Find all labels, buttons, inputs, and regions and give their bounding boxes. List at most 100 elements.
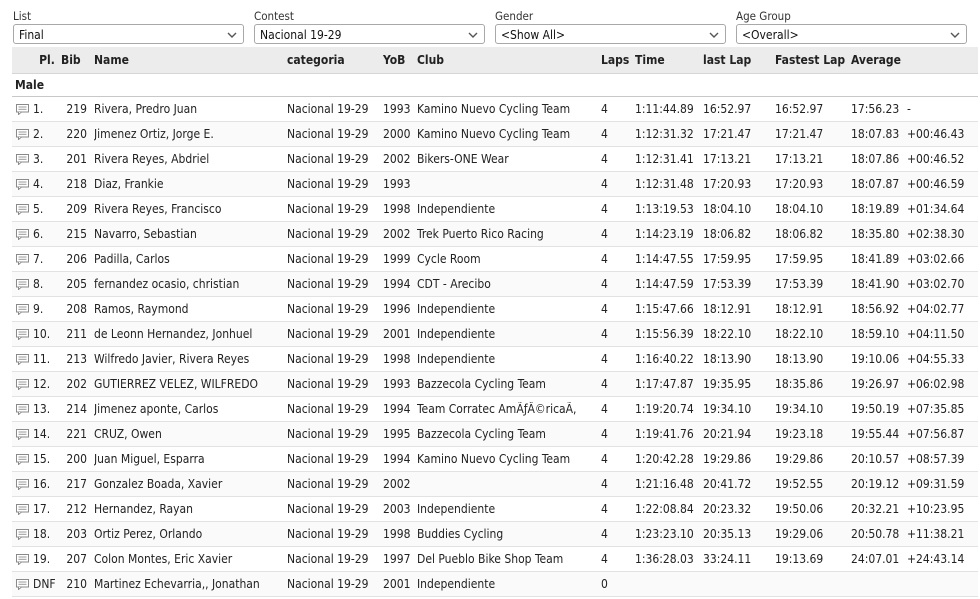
speech-bubble-icon[interactable] xyxy=(12,503,33,515)
club-cell: CDT - Arecibo xyxy=(417,277,491,291)
categoria-cell: Nacional 19-29 xyxy=(287,402,369,416)
star-outline-icon[interactable] xyxy=(973,451,978,467)
header-time[interactable]: Time xyxy=(635,53,703,67)
table-row[interactable]: 4. 218 Diaz, Frankie Nacional 19-29 1993 4 1:1… xyxy=(12,172,978,197)
name-cell: Diaz, Frankie xyxy=(94,177,164,191)
table-row[interactable]: 11. 213 Wilfredo Javier, Rivera Reyes Nacio… xyxy=(12,347,978,372)
table-row[interactable]: 8. 205 fernandez ocasio, christian Nacional… xyxy=(12,272,978,297)
table-row[interactable]: 6. 215 Navarro, Sebastian Nacional 19-29 200… xyxy=(12,222,978,247)
speech-bubble-icon[interactable] xyxy=(12,528,33,540)
header-average[interactable]: Average xyxy=(851,53,907,67)
table-row[interactable]: 18. 203 Ortiz Perez, Orlando Nacional 19-29… xyxy=(12,522,978,547)
speech-bubble-icon[interactable] xyxy=(12,253,33,265)
star-outline-icon[interactable] xyxy=(973,301,978,317)
star-outline-icon[interactable] xyxy=(973,576,978,592)
star-outline-icon[interactable] xyxy=(973,351,978,367)
star-outline-icon[interactable] xyxy=(973,126,978,142)
bib-cell: 211 xyxy=(66,327,87,341)
bib-cell: 207 xyxy=(66,552,87,566)
table-row[interactable]: 2. 220 Jimenez Ortiz, Jorge E. Nacional 19-… xyxy=(12,122,978,147)
speech-bubble-icon[interactable] xyxy=(12,453,33,465)
speech-bubble-icon[interactable] xyxy=(12,553,33,565)
star-outline-icon[interactable] xyxy=(973,501,978,517)
header-club[interactable]: Club xyxy=(417,53,601,67)
age-group-select[interactable]: <Overall> xyxy=(736,24,967,44)
table-row[interactable]: 1. 219 Rivera, Predro Juan Nacional 19-29 19… xyxy=(12,97,978,122)
table-row[interactable]: 5. 209 Rivera Reyes, Francisco Nacional 19-… xyxy=(12,197,978,222)
star-outline-icon[interactable] xyxy=(973,326,978,342)
fastest-lap-cell: 19:23.18 xyxy=(775,427,824,441)
speech-bubble-icon[interactable] xyxy=(12,278,33,290)
header-name[interactable]: Name xyxy=(94,53,287,67)
table-row[interactable]: 13. 214 Jimenez aponte, Carlos Nacional 19-… xyxy=(12,397,978,422)
contest-select[interactable]: Nacional 19-29 xyxy=(254,24,485,44)
gap-cell: +03:02.70 xyxy=(907,277,965,291)
table-row[interactable]: 3. 201 Rivera Reyes, Abdriel Nacional 19-29… xyxy=(12,147,978,172)
star-outline-icon[interactable] xyxy=(973,251,978,267)
star-outline-icon[interactable] xyxy=(973,201,978,217)
header-categoria[interactable]: categoria xyxy=(287,53,383,67)
table-row[interactable]: 10. 211 de Leonn Hernandez, Jonhuel Naciona… xyxy=(12,322,978,347)
categoria-cell: Nacional 19-29 xyxy=(287,327,369,341)
header-place[interactable]: Pl. xyxy=(33,53,61,67)
star-outline-icon[interactable] xyxy=(973,401,978,417)
star-outline-icon[interactable] xyxy=(973,151,978,167)
yob-cell: 1993 xyxy=(383,102,411,116)
header-yob[interactable]: YoB xyxy=(383,53,417,67)
speech-bubble-icon[interactable] xyxy=(12,178,33,190)
table-row[interactable]: 14. 221 CRUZ, Owen Nacional 19-29 1995 Bazzec… xyxy=(12,422,978,447)
fastest-lap-cell: 19:29.06 xyxy=(775,527,824,541)
header-fastest-lap[interactable]: Fastest Lap xyxy=(775,53,851,67)
place-cell: 6. xyxy=(33,227,44,241)
star-outline-icon[interactable] xyxy=(973,476,978,492)
star-outline-icon[interactable] xyxy=(973,226,978,242)
time-cell: 1:15:47.66 xyxy=(635,302,694,316)
table-row[interactable]: 15. 200 Juan Miguel, Esparra Nacional 19-29… xyxy=(12,447,978,472)
table-row[interactable]: 9. 208 Ramos, Raymond Nacional 19-29 1996 Ind… xyxy=(12,297,978,322)
header-bib[interactable]: Bib xyxy=(61,53,87,67)
bib-cell: 208 xyxy=(66,302,87,316)
table-row[interactable]: DNF 210 Martinez Echevarria,, Jonathan Naci… xyxy=(12,572,978,597)
speech-bubble-icon[interactable] xyxy=(12,328,33,340)
name-cell: Rivera Reyes, Abdriel xyxy=(94,152,210,166)
speech-bubble-icon[interactable] xyxy=(12,378,33,390)
speech-bubble-icon[interactable] xyxy=(12,578,33,590)
table-row[interactable]: 17. 212 Hernandez, Rayan Nacional 19-29 2003… xyxy=(12,497,978,522)
yob-cell: 1996 xyxy=(383,302,411,316)
speech-bubble-icon[interactable] xyxy=(12,103,33,115)
table-row[interactable]: 7. 206 Padilla, Carlos Nacional 19-29 1999 Cy… xyxy=(12,247,978,272)
header-laps[interactable]: Laps xyxy=(601,53,635,67)
speech-bubble-icon[interactable] xyxy=(12,403,33,415)
speech-bubble-icon[interactable] xyxy=(12,153,33,165)
table-row[interactable]: 12. 202 GUTIERREZ VELEZ, WILFREDO Nacional … xyxy=(12,372,978,397)
star-outline-icon[interactable] xyxy=(973,526,978,542)
speech-bubble-icon[interactable] xyxy=(12,478,33,490)
bib-cell: 221 xyxy=(66,427,87,441)
bib-cell: 217 xyxy=(66,477,87,491)
star-outline-icon[interactable] xyxy=(973,101,978,117)
header-last-lap[interactable]: last Lap xyxy=(703,53,775,67)
star-outline-icon[interactable] xyxy=(973,426,978,442)
fastest-lap-cell: 19:50.06 xyxy=(775,502,824,516)
bib-cell: 220 xyxy=(66,127,87,141)
star-outline-icon[interactable] xyxy=(973,276,978,292)
bib-cell: 213 xyxy=(66,352,87,366)
list-filter: List Final xyxy=(13,9,244,44)
age-group-filter-label: Age Group xyxy=(736,9,791,23)
list-select[interactable]: Final xyxy=(13,24,244,44)
speech-bubble-icon[interactable] xyxy=(12,303,33,315)
star-outline-icon[interactable] xyxy=(973,551,978,567)
speech-bubble-icon[interactable] xyxy=(12,428,33,440)
table-row[interactable]: 19. 207 Colon Montes, Eric Xavier Nacional … xyxy=(12,547,978,572)
gender-select[interactable]: <Show All> xyxy=(495,24,726,44)
speech-bubble-icon[interactable] xyxy=(12,128,33,140)
speech-bubble-icon[interactable] xyxy=(12,228,33,240)
place-cell: 9. xyxy=(33,302,44,316)
table-row[interactable]: 16. 217 Gonzalez Boada, Xavier Nacional 19-… xyxy=(12,472,978,497)
speech-bubble-icon[interactable] xyxy=(12,353,33,365)
chevron-down-icon xyxy=(468,32,478,38)
star-outline-icon[interactable] xyxy=(973,376,978,392)
speech-bubble-icon[interactable] xyxy=(12,203,33,215)
time-cell: 1:23:23.10 xyxy=(635,527,694,541)
star-outline-icon[interactable] xyxy=(973,176,978,192)
